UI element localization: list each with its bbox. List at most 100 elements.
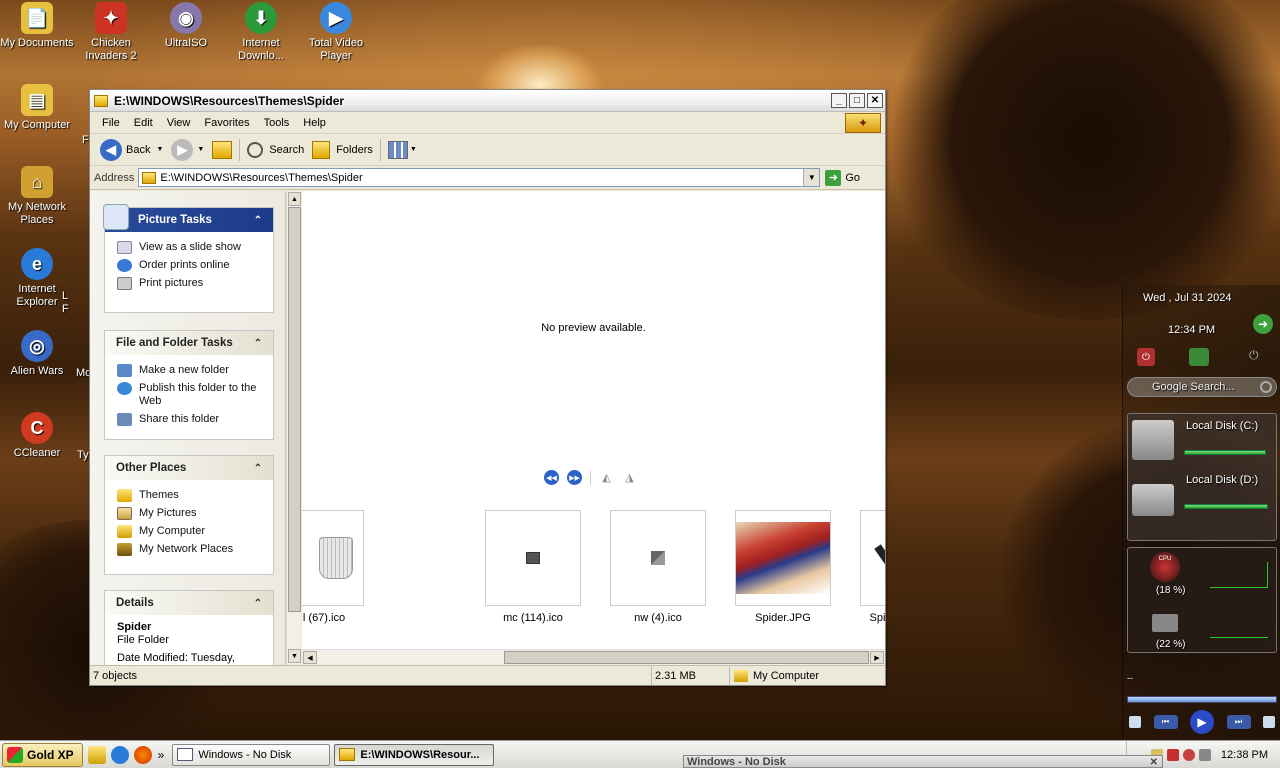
- stop-icon[interactable]: [1129, 716, 1141, 728]
- power-icon[interactable]: ⏻: [1137, 348, 1155, 366]
- file-thumbnail[interactable]: ➚: [860, 510, 885, 606]
- menu-file[interactable]: File: [95, 117, 127, 129]
- task-view-slideshow[interactable]: View as a slide show: [105, 238, 273, 256]
- views-button[interactable]: ▼: [384, 137, 421, 163]
- menu-help[interactable]: Help: [296, 117, 333, 129]
- show-desktop-icon[interactable]: [87, 745, 106, 764]
- picture-tasks-header[interactable]: Picture Tasks ⌃: [103, 204, 273, 232]
- next-image-icon[interactable]: ▶▶: [567, 470, 582, 485]
- file-name[interactable]: Spider.JPG: [713, 612, 853, 624]
- next-arrow-icon[interactable]: ➜: [1253, 314, 1273, 334]
- file-thumbnail[interactable]: [485, 510, 581, 606]
- ccleaner-icon: C: [21, 412, 53, 444]
- address-dropdown-button[interactable]: ▼: [803, 169, 820, 186]
- task-print-pictures[interactable]: Print pictures: [105, 274, 273, 292]
- file-thumbnail[interactable]: [302, 510, 364, 606]
- filmstrip-scrollbar[interactable]: ◀ ▶: [302, 649, 885, 665]
- menu-favorites[interactable]: Favorites: [197, 117, 256, 129]
- folders-label: Folders: [336, 143, 373, 156]
- quicklaunch-overflow-icon[interactable]: »: [158, 748, 165, 762]
- collapse-chevron-icon[interactable]: ⌃: [251, 213, 265, 227]
- task-make-new-folder[interactable]: Make a new folder: [105, 361, 273, 379]
- google-search-input[interactable]: Google Search...: [1127, 377, 1277, 397]
- scroll-up-icon[interactable]: ▲: [288, 192, 301, 206]
- file-thumbnail[interactable]: [735, 510, 831, 606]
- go-button[interactable]: ➜ Go: [825, 169, 860, 186]
- minimize-button[interactable]: _: [831, 93, 847, 108]
- file-name[interactable]: Spider.msstyles: [838, 612, 885, 624]
- eject-icon[interactable]: [1263, 716, 1275, 728]
- taskbar-button-no-disk[interactable]: Windows - No Disk: [172, 743, 331, 766]
- desktop-icon-internet-download-manager[interactable]: ⬇ Internet Downlo...: [224, 2, 298, 63]
- other-places-header[interactable]: Other Places ⌃: [105, 456, 273, 480]
- close-icon[interactable]: ✕: [1150, 756, 1158, 767]
- desktop-icon-total-video-player[interactable]: ▶ Total Video Player: [299, 2, 373, 63]
- windows-logo-icon: ✦: [845, 113, 881, 133]
- file-thumbnail[interactable]: [610, 510, 706, 606]
- task-share-folder[interactable]: Share this folder: [105, 410, 273, 428]
- chevron-down-icon[interactable]: ▼: [410, 146, 417, 153]
- internet-explorer-icon[interactable]: [110, 745, 129, 764]
- menu-edit[interactable]: Edit: [127, 117, 160, 129]
- windows-flag-icon[interactable]: [1189, 348, 1209, 366]
- desktop-icon-chicken-invaders[interactable]: ✦ Chicken Invaders 2: [74, 2, 148, 63]
- search-button[interactable]: Search: [243, 137, 308, 163]
- taskbar-clock[interactable]: 12:38 PM: [1221, 749, 1268, 761]
- desktop-icon-my-documents[interactable]: 📄 My Documents: [0, 2, 74, 50]
- task-publish-web[interactable]: Publish this folder to the Web: [105, 379, 273, 410]
- desktop-icon-partial[interactable]: L F: [62, 290, 92, 316]
- back-button[interactable]: ◀ Back ▼: [96, 137, 167, 163]
- forward-button[interactable]: ▶ ▼: [167, 137, 208, 163]
- place-my-computer[interactable]: My Computer: [105, 522, 273, 540]
- tray-shield-icon[interactable]: [1182, 749, 1195, 761]
- media-progress-bar[interactable]: [1127, 696, 1277, 703]
- scroll-left-icon[interactable]: ◀: [303, 651, 317, 664]
- rotate-counterclockwise-icon[interactable]: ◮: [622, 472, 637, 484]
- details-header[interactable]: Details ⌃: [105, 591, 273, 615]
- folders-button[interactable]: Folders: [308, 137, 377, 163]
- chevron-down-icon[interactable]: ▼: [156, 146, 163, 153]
- place-my-network-places[interactable]: My Network Places: [105, 540, 273, 558]
- rotate-clockwise-icon[interactable]: ◭: [599, 472, 614, 484]
- next-icon[interactable]: ⏭: [1226, 715, 1251, 729]
- restart-icon[interactable]: ⏻: [1249, 348, 1265, 364]
- desktop-icon-ccleaner[interactable]: C CCleaner: [0, 412, 74, 460]
- firefox-icon[interactable]: [133, 745, 152, 764]
- collapse-chevron-icon[interactable]: ⌃: [251, 461, 265, 475]
- file-name[interactable]: l (67).ico: [302, 612, 394, 624]
- place-themes[interactable]: Themes: [105, 486, 273, 504]
- address-input[interactable]: E:\WINDOWS\Resources\Themes\Spider ▼: [138, 168, 821, 187]
- start-button[interactable]: Gold XP: [2, 742, 83, 767]
- scrollbar-thumb[interactable]: [504, 651, 869, 664]
- collapse-chevron-icon[interactable]: ⌃: [251, 336, 265, 350]
- title-bar[interactable]: E:\WINDOWS\Resources\Themes\Spider _ □ ✕: [90, 90, 885, 112]
- play-icon[interactable]: ▶: [1190, 710, 1214, 734]
- previous-image-icon[interactable]: ◀◀: [544, 470, 559, 485]
- tray-flag-icon[interactable]: [1166, 749, 1179, 761]
- maximize-button[interactable]: □: [849, 93, 865, 108]
- collapse-chevron-icon[interactable]: ⌃: [251, 596, 265, 610]
- search-icon[interactable]: [1260, 381, 1272, 393]
- no-disk-dialog-titlebar[interactable]: Windows - No Disk ✕: [683, 755, 1163, 768]
- file-folder-tasks-header[interactable]: File and Folder Tasks ⌃: [105, 331, 273, 355]
- file-name[interactable]: mc (114).ico: [463, 612, 603, 624]
- task-order-prints[interactable]: Order prints online: [105, 256, 273, 274]
- close-button[interactable]: ✕: [867, 93, 883, 108]
- task-pane-scrollbar[interactable]: ▲ ▼: [286, 191, 301, 665]
- previous-icon[interactable]: ⏮: [1153, 715, 1178, 729]
- up-folder-button[interactable]: [208, 137, 236, 163]
- tray-tools-icon[interactable]: [1198, 749, 1211, 761]
- scroll-down-icon[interactable]: ▼: [288, 649, 301, 663]
- chevron-down-icon[interactable]: ▼: [197, 146, 204, 153]
- desktop-icon-my-computer[interactable]: ▤ My Computer: [0, 84, 74, 132]
- desktop-icon-my-network-places[interactable]: ⌂ My Network Places: [0, 166, 74, 227]
- taskbar-button-explorer[interactable]: E:\WINDOWS\Resour...: [334, 743, 495, 766]
- menu-view[interactable]: View: [160, 117, 198, 129]
- menu-tools[interactable]: Tools: [257, 117, 297, 129]
- scrollbar-thumb[interactable]: [288, 207, 301, 612]
- desktop-icon-alien-wars[interactable]: ◎ Alien Wars: [0, 330, 74, 378]
- place-my-pictures[interactable]: My Pictures: [105, 504, 273, 522]
- desktop-icon-ultraiso[interactable]: ◉ UltraISO: [149, 2, 223, 50]
- file-name[interactable]: nw (4).ico: [588, 612, 728, 624]
- scroll-right-icon[interactable]: ▶: [870, 651, 884, 664]
